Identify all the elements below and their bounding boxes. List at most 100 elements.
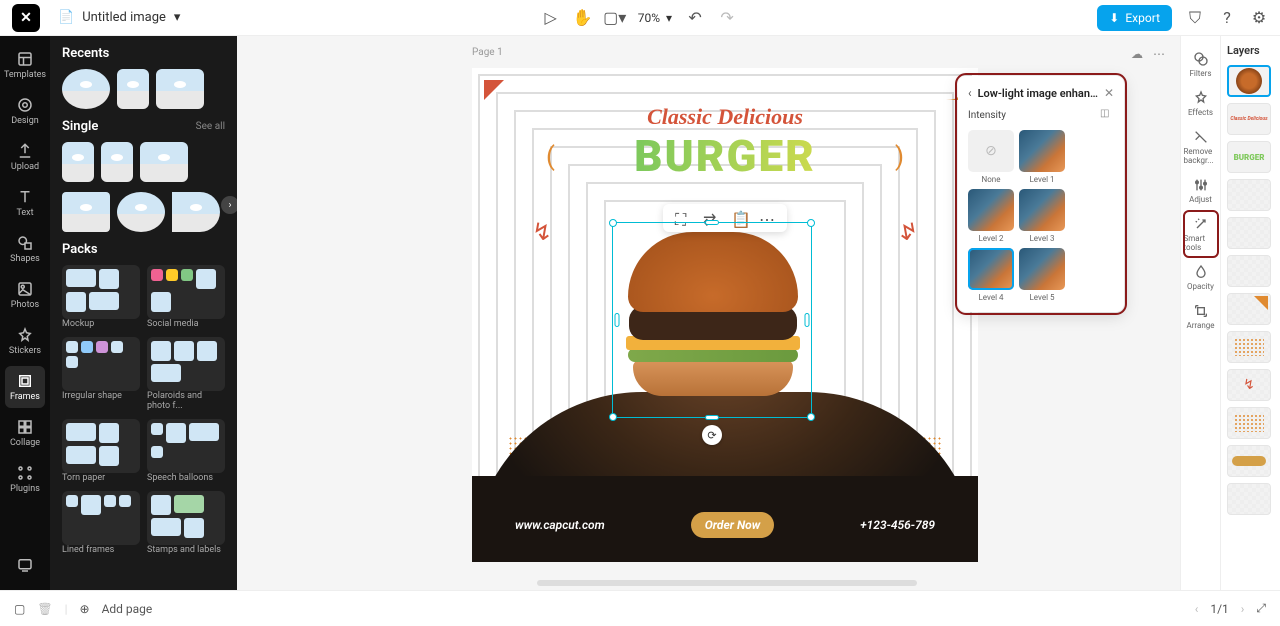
canvas-page[interactable]: Classic Delicious BURGER ( ) ↯ ↯ www.cap…	[472, 68, 978, 562]
layer-item[interactable]	[1227, 331, 1271, 363]
level-4[interactable]: Level 4	[968, 248, 1014, 302]
layer-item[interactable]	[1227, 483, 1271, 515]
level-none[interactable]: ⊘None	[968, 130, 1014, 184]
redo-icon[interactable]: ↷	[718, 9, 736, 27]
app-logo[interactable]: ✕	[12, 4, 40, 32]
rr-smart-tools[interactable]: Smart tools	[1184, 211, 1218, 257]
rr-filters[interactable]: Filters	[1184, 46, 1218, 83]
layer-item[interactable]	[1227, 217, 1271, 249]
add-page-icon[interactable]: ⊕	[80, 602, 90, 616]
document-title[interactable]: Untitled image	[82, 10, 166, 25]
rr-effects[interactable]: Effects	[1184, 85, 1218, 122]
rr-arrange[interactable]: Arrange	[1184, 298, 1218, 335]
frame-thumb[interactable]	[117, 69, 149, 109]
rail-shapes[interactable]: Shapes	[5, 228, 45, 270]
intensity-label: Intensity	[968, 110, 1006, 121]
hand-icon[interactable]: ✋	[574, 9, 592, 27]
see-all-link[interactable]: See all	[196, 121, 225, 132]
layer-item[interactable]: ↯	[1227, 369, 1271, 401]
file-icon: 📄	[58, 10, 74, 25]
pack-torn[interactable]	[62, 419, 140, 473]
more-icon[interactable]: ⋯	[759, 210, 775, 226]
headline-1[interactable]: Classic Delicious	[472, 104, 978, 130]
recents-heading: Recents	[62, 46, 225, 61]
back-icon[interactable]: ‹	[968, 86, 972, 100]
copy-icon[interactable]: 📋	[731, 210, 747, 226]
arrow-decoration: ↯	[532, 218, 562, 258]
pack-lined[interactable]	[62, 491, 140, 545]
pack-polaroids[interactable]	[147, 337, 225, 391]
rail-templates[interactable]: Templates	[5, 44, 45, 86]
frame-thumb[interactable]	[156, 69, 204, 109]
frame-thumb[interactable]	[62, 142, 94, 182]
close-icon[interactable]: ✕	[1104, 86, 1114, 100]
help-icon[interactable]: ?	[1218, 9, 1236, 27]
rail-frames[interactable]: Frames	[5, 366, 45, 408]
frame-thumb[interactable]	[117, 192, 165, 232]
link-icon[interactable]: ⇄	[703, 210, 719, 226]
chevron-down-icon[interactable]: ▾	[666, 11, 672, 25]
level-3[interactable]: Level 3	[1019, 189, 1065, 243]
level-1[interactable]: Level 1	[1019, 130, 1065, 184]
level-2[interactable]: Level 2	[968, 189, 1014, 243]
smart-tools-popup: ‹ Low-light image enhan... ✕ Intensity ◫…	[958, 76, 1124, 312]
shield-icon[interactable]: ⛉	[1186, 9, 1204, 27]
crop-icon[interactable]: ▢▾	[606, 9, 624, 27]
crop-icon[interactable]: ⛶	[675, 210, 691, 226]
more-icon[interactable]: ⋯	[1153, 47, 1165, 61]
settings-icon[interactable]: ⚙	[1250, 9, 1268, 27]
rr-opacity[interactable]: Opacity	[1184, 259, 1218, 296]
rail-collage[interactable]: Collage	[5, 412, 45, 454]
frame-thumb[interactable]	[172, 192, 220, 232]
export-button[interactable]: ⬇ Export	[1097, 5, 1172, 31]
website-text[interactable]: www.capcut.com	[515, 518, 605, 532]
add-page-button[interactable]: Add page	[102, 602, 153, 616]
rail-design[interactable]: Design	[5, 90, 45, 132]
frame-thumb[interactable]	[62, 192, 110, 232]
zoom-level[interactable]: 70%	[638, 11, 660, 25]
rr-remove-bg[interactable]: Remove backgr...	[1184, 124, 1218, 170]
cursor-icon[interactable]: ▷	[542, 9, 560, 27]
rail-feedback[interactable]	[5, 550, 45, 580]
phone-text[interactable]: +123-456-789	[860, 518, 935, 532]
rail-stickers[interactable]: Stickers	[5, 320, 45, 362]
page-counter: 1/1	[1210, 602, 1228, 616]
pages-icon[interactable]: ▢	[14, 602, 25, 616]
layer-item[interactable]	[1227, 179, 1271, 211]
order-button[interactable]: Order Now	[691, 512, 775, 538]
delete-icon[interactable]: 🗑	[37, 602, 52, 616]
compare-icon[interactable]: ◫	[1100, 108, 1114, 122]
packs-heading: Packs	[62, 242, 225, 257]
frame-thumb[interactable]	[140, 142, 188, 182]
layer-item[interactable]	[1227, 407, 1271, 439]
undo-icon[interactable]: ↶	[686, 9, 704, 27]
rr-adjust[interactable]: Adjust	[1184, 172, 1218, 209]
layer-item[interactable]: Classic Delicious	[1227, 103, 1271, 135]
prev-page-icon[interactable]: ‹	[1195, 602, 1199, 616]
rail-upload[interactable]: Upload	[5, 136, 45, 178]
layer-item[interactable]: BURGER	[1227, 141, 1271, 173]
selection-toolbar: ⛶ ⇄ 📋 ⋯	[663, 204, 787, 232]
burger-image[interactable]	[617, 224, 809, 416]
pack-speech[interactable]	[147, 419, 225, 473]
layer-item[interactable]	[1227, 65, 1271, 97]
frame-thumb[interactable]	[62, 69, 110, 109]
carousel-next-icon[interactable]: ›	[221, 196, 237, 214]
horizontal-scrollbar[interactable]	[537, 580, 917, 586]
next-page-icon[interactable]: ›	[1241, 602, 1245, 616]
fit-icon[interactable]: ⤢	[1256, 601, 1266, 616]
pack-irregular[interactable]	[62, 337, 140, 391]
layer-item[interactable]	[1227, 255, 1271, 287]
rail-plugins[interactable]: Plugins	[5, 458, 45, 500]
pack-stamps[interactable]	[147, 491, 225, 545]
frame-thumb[interactable]	[101, 142, 133, 182]
cloud-icon[interactable]: ☁	[1131, 47, 1143, 61]
pack-mockup[interactable]	[62, 265, 140, 319]
level-5[interactable]: Level 5	[1019, 248, 1065, 302]
decoration-paren: )	[895, 142, 904, 172]
rail-text[interactable]: Text	[5, 182, 45, 224]
layer-item[interactable]	[1227, 445, 1271, 477]
pack-social[interactable]	[147, 265, 225, 319]
rail-photos[interactable]: Photos	[5, 274, 45, 316]
layer-item[interactable]	[1227, 293, 1271, 325]
